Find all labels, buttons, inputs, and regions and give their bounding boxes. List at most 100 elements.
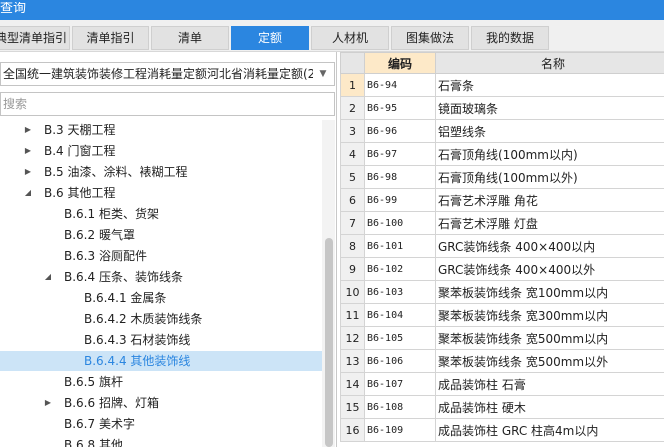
quota-name[interactable]: 石膏艺术浮雕 角花 xyxy=(435,188,664,212)
table-row[interactable]: 9 B6-102 GRC装饰线条 400×400以外 xyxy=(340,257,664,281)
tree-node-label: B.6.1 柜类、货架 xyxy=(64,207,159,221)
quota-code[interactable]: B6-102 xyxy=(364,257,436,281)
tree-node[interactable]: B.6.3 浴厕配件 xyxy=(0,246,322,266)
table-row[interactable]: 3 B6-96 铝塑线条 xyxy=(340,119,664,143)
tab-bill[interactable]: 清单 xyxy=(151,26,229,50)
quota-name[interactable]: 聚苯板装饰线条 宽500mm以外 xyxy=(435,349,664,373)
quota-code[interactable]: B6-100 xyxy=(364,211,436,235)
table-row[interactable]: 1 B6-94 石膏条 xyxy=(340,73,664,97)
quota-code[interactable]: B6-107 xyxy=(364,372,436,396)
table-row[interactable]: 15 B6-108 成品装饰柱 硬木 xyxy=(340,395,664,419)
quota-code[interactable]: B6-106 xyxy=(364,349,436,373)
quota-name[interactable]: GRC装饰线条 400×400以外 xyxy=(435,257,664,281)
expand-arrow-icon[interactable]: ▶ xyxy=(22,120,34,140)
table-row[interactable]: 12 B6-105 聚苯板装饰线条 宽500mm以内 xyxy=(340,326,664,350)
quota-name[interactable]: 石膏顶角线(100mm以外) xyxy=(435,165,664,189)
quota-code[interactable]: B6-108 xyxy=(364,395,436,419)
quota-name[interactable]: 镜面玻璃条 xyxy=(435,96,664,120)
tab-labor-material-machine[interactable]: 人材机 xyxy=(311,26,389,50)
tree-node[interactable]: ▶ B.4 门窗工程 xyxy=(0,141,322,161)
tree-node[interactable]: ▶ B.3 天棚工程 xyxy=(0,120,322,140)
row-number: 3 xyxy=(340,119,365,143)
tab-my-data[interactable]: 我的数据 xyxy=(471,26,549,50)
tab-bill-guide[interactable]: 清单指引 xyxy=(72,26,149,50)
quota-code[interactable]: B6-97 xyxy=(364,142,436,166)
category-tree: ▶ B.3 天棚工程 ▶ B.4 门窗工程 ▶ B.5 油漆、涂料、裱糊工程 ◢… xyxy=(0,120,322,447)
row-number: 8 xyxy=(340,234,365,258)
table-row[interactable]: 14 B6-107 成品装饰柱 石膏 xyxy=(340,372,664,396)
row-number: 1 xyxy=(340,73,365,97)
row-number: 7 xyxy=(340,211,365,235)
table-row[interactable]: 5 B6-98 石膏顶角线(100mm以外) xyxy=(340,165,664,189)
quota-code[interactable]: B6-109 xyxy=(364,418,436,442)
table-row[interactable]: 11 B6-104 聚苯板装饰线条 宽300mm以内 xyxy=(340,303,664,327)
tree-node-label: B.6.8 其他 xyxy=(64,438,123,447)
quota-name[interactable]: 聚苯板装饰线条 宽300mm以内 xyxy=(435,303,664,327)
quota-code[interactable]: B6-101 xyxy=(364,234,436,258)
tree-node[interactable]: B.6.5 旗杆 xyxy=(0,372,322,392)
row-number: 11 xyxy=(340,303,365,327)
expand-arrow-icon[interactable]: ▶ xyxy=(42,393,54,413)
row-number: 12 xyxy=(340,326,365,350)
table-row[interactable]: 13 B6-106 聚苯板装饰线条 宽500mm以外 xyxy=(340,349,664,373)
library-select[interactable]: 全国统一建筑装饰装修工程消耗量定额河北省消耗量定额(20 ▼ xyxy=(0,62,335,86)
tab-typical-bill-guide[interactable]: 典型清单指引 xyxy=(0,26,70,50)
collapse-arrow-icon[interactable]: ◢ xyxy=(22,183,34,203)
quota-code[interactable]: B6-105 xyxy=(364,326,436,350)
quota-name[interactable]: GRC装饰线条 400×400以内 xyxy=(435,234,664,258)
tree-node[interactable]: B.6.8 其他 xyxy=(0,435,322,447)
tree-node-label: B.6.6 招牌、灯箱 xyxy=(64,396,159,410)
quota-name[interactable]: 石膏艺术浮雕 灯盘 xyxy=(435,211,664,235)
tree-node[interactable]: ▶ B.6.6 招牌、灯箱 xyxy=(0,393,322,413)
quota-name[interactable]: 成品装饰柱 GRC 柱高4m以内 xyxy=(435,418,664,442)
tree-node[interactable]: ◢ B.6 其他工程 xyxy=(0,183,322,203)
tree-node[interactable]: B.6.2 暖气罩 xyxy=(0,225,322,245)
expand-arrow-icon[interactable]: ▶ xyxy=(22,141,34,161)
quota-name[interactable]: 石膏条 xyxy=(435,73,664,97)
tab-atlas-method[interactable]: 图集做法 xyxy=(391,26,469,50)
tree-node[interactable]: B.6.1 柜类、货架 xyxy=(0,204,322,224)
search-box[interactable] xyxy=(0,92,335,116)
quota-code[interactable]: B6-96 xyxy=(364,119,436,143)
chevron-down-icon[interactable]: ▼ xyxy=(316,63,330,85)
quota-name[interactable]: 聚苯板装饰线条 宽100mm以内 xyxy=(435,280,664,304)
quota-name[interactable]: 成品装饰柱 硬木 xyxy=(435,395,664,419)
name-column-header[interactable]: 名称 xyxy=(435,52,664,74)
expand-arrow-icon[interactable]: ▶ xyxy=(22,162,34,182)
quota-code[interactable]: B6-95 xyxy=(364,96,436,120)
tree-node[interactable]: B.6.7 美术字 xyxy=(0,414,322,434)
tab-bar: 典型清单指引 清单指引 清单 定额 人材机 图集做法 我的数据 xyxy=(0,20,664,52)
tree-node[interactable]: ◢ B.6.4 压条、装饰线条 xyxy=(0,267,322,287)
collapse-arrow-icon[interactable]: ◢ xyxy=(42,267,54,287)
tree-node[interactable]: B.6.4.1 金属条 xyxy=(0,288,322,308)
row-number: 16 xyxy=(340,418,365,442)
code-column-header[interactable]: 编码 xyxy=(364,52,436,74)
tab-quota[interactable]: 定额 xyxy=(231,26,309,50)
tree-node[interactable]: ▶ B.5 油漆、涂料、裱糊工程 xyxy=(0,162,322,182)
tree-node-label: B.6.4 压条、装饰线条 xyxy=(64,270,183,284)
tree-node-selected[interactable]: B.6.4.4 其他装饰线 xyxy=(0,351,322,371)
table-row[interactable]: 2 B6-95 镜面玻璃条 xyxy=(340,96,664,120)
table-row[interactable]: 16 B6-109 成品装饰柱 GRC 柱高4m以内 xyxy=(340,418,664,442)
quota-code[interactable]: B6-98 xyxy=(364,165,436,189)
quota-code[interactable]: B6-99 xyxy=(364,188,436,212)
quota-name[interactable]: 铝塑线条 xyxy=(435,119,664,143)
quota-code[interactable]: B6-94 xyxy=(364,73,436,97)
tree-scrollbar[interactable] xyxy=(322,120,335,447)
quota-name[interactable]: 成品装饰柱 石膏 xyxy=(435,372,664,396)
search-input[interactable] xyxy=(1,93,334,115)
table-row[interactable]: 4 B6-97 石膏顶角线(100mm以内) xyxy=(340,142,664,166)
quota-code[interactable]: B6-103 xyxy=(364,280,436,304)
row-number: 6 xyxy=(340,188,365,212)
quota-name[interactable]: 石膏顶角线(100mm以内) xyxy=(435,142,664,166)
tree-node[interactable]: B.6.4.2 木质装饰线条 xyxy=(0,309,322,329)
quota-code[interactable]: B6-104 xyxy=(364,303,436,327)
table-row[interactable]: 10 B6-103 聚苯板装饰线条 宽100mm以内 xyxy=(340,280,664,304)
table-row[interactable]: 8 B6-101 GRC装饰线条 400×400以内 xyxy=(340,234,664,258)
table-row[interactable]: 7 B6-100 石膏艺术浮雕 灯盘 xyxy=(340,211,664,235)
quota-table: 编码 名称 1 B6-94 石膏条 2 B6-95 镜面玻璃条 3 B6-96 … xyxy=(340,52,664,442)
tree-node[interactable]: B.6.4.3 石材装饰线 xyxy=(0,330,322,350)
quota-name[interactable]: 聚苯板装饰线条 宽500mm以内 xyxy=(435,326,664,350)
table-row[interactable]: 6 B6-99 石膏艺术浮雕 角花 xyxy=(340,188,664,212)
tree-scrollbar-thumb[interactable] xyxy=(325,238,333,447)
